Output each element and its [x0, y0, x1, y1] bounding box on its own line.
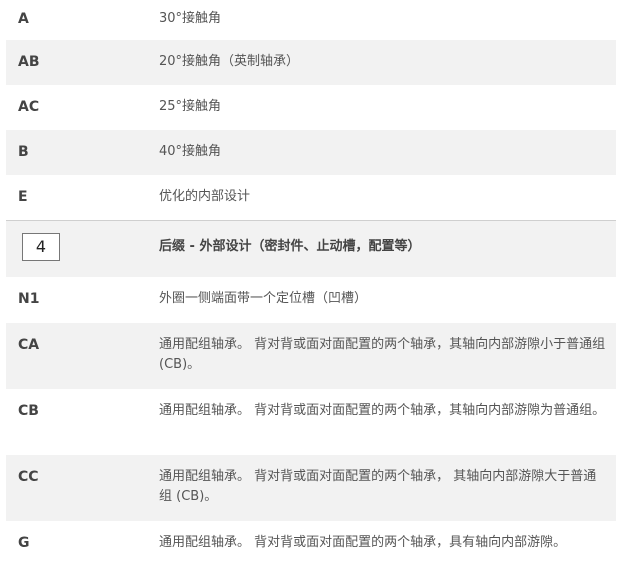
table-row: B 40°接触角	[6, 130, 616, 175]
row-code: N1	[18, 291, 40, 307]
row-description: 优化的内部设计	[159, 189, 251, 204]
row-code: G	[18, 535, 30, 551]
table-row: CB 通用配组轴承。 背对背或面对面配置的两个轴承，其轴向内部游隙为普通组。	[6, 389, 616, 455]
table-row: G 通用配组轴承。 背对背或面对面配置的两个轴承，具有轴向内部游隙。	[6, 521, 616, 578]
row-description: 后缀 - 外部设计（密封件、止动槽，配置等）	[159, 239, 421, 254]
row-code-box-cell: 4	[6, 233, 159, 261]
row-code: CB	[18, 403, 39, 419]
row-description: 通用配组轴承。 背对背或面对面配置的两个轴承，其轴向内部游隙小于普通组 (CB)…	[159, 337, 606, 372]
row-description: 通用配组轴承。 背对背或面对面配置的两个轴承，具有轴向内部游隙。	[159, 535, 567, 550]
row-description: 通用配组轴承。 背对背或面对面配置的两个轴承， 其轴向内部游隙大于普通组 (CB…	[159, 469, 597, 504]
row-description: 20°接触角（英制轴承）	[159, 54, 300, 69]
row-description: 外圈一侧端面带一个定位槽（凹槽）	[159, 291, 368, 306]
row-code: E	[18, 189, 28, 205]
position-number-box: 4	[22, 233, 60, 261]
table-row: CC 通用配组轴承。 背对背或面对面配置的两个轴承， 其轴向内部游隙大于普通组 …	[6, 455, 616, 521]
table-row-section-header: 4 后缀 - 外部设计（密封件、止动槽，配置等）	[6, 221, 616, 277]
row-description: 40°接触角	[159, 144, 222, 159]
row-description: 通用配组轴承。 背对背或面对面配置的两个轴承，其轴向内部游隙为普通组。	[159, 403, 606, 418]
table-row: AC 25°接触角	[6, 85, 616, 130]
table-row: CA 通用配组轴承。 背对背或面对面配置的两个轴承，其轴向内部游隙小于普通组 (…	[6, 323, 616, 389]
row-code: CA	[18, 337, 40, 353]
table-row: E 优化的内部设计	[6, 175, 616, 220]
row-code: CC	[18, 469, 39, 485]
row-code: AB	[18, 54, 40, 70]
row-description: 30°接触角	[159, 11, 222, 26]
row-code: AC	[18, 99, 40, 115]
row-code: B	[18, 144, 29, 160]
table-row: A 30°接触角	[6, 0, 616, 40]
row-description: 25°接触角	[159, 99, 222, 114]
row-code: A	[18, 11, 29, 27]
table-row: N1 外圈一侧端面带一个定位槽（凹槽）	[6, 277, 616, 323]
table-row: AB 20°接触角（英制轴承）	[6, 40, 616, 85]
suffix-table: A 30°接触角 AB 20°接触角（英制轴承） AC 25°接触角 B 40°…	[6, 0, 616, 578]
